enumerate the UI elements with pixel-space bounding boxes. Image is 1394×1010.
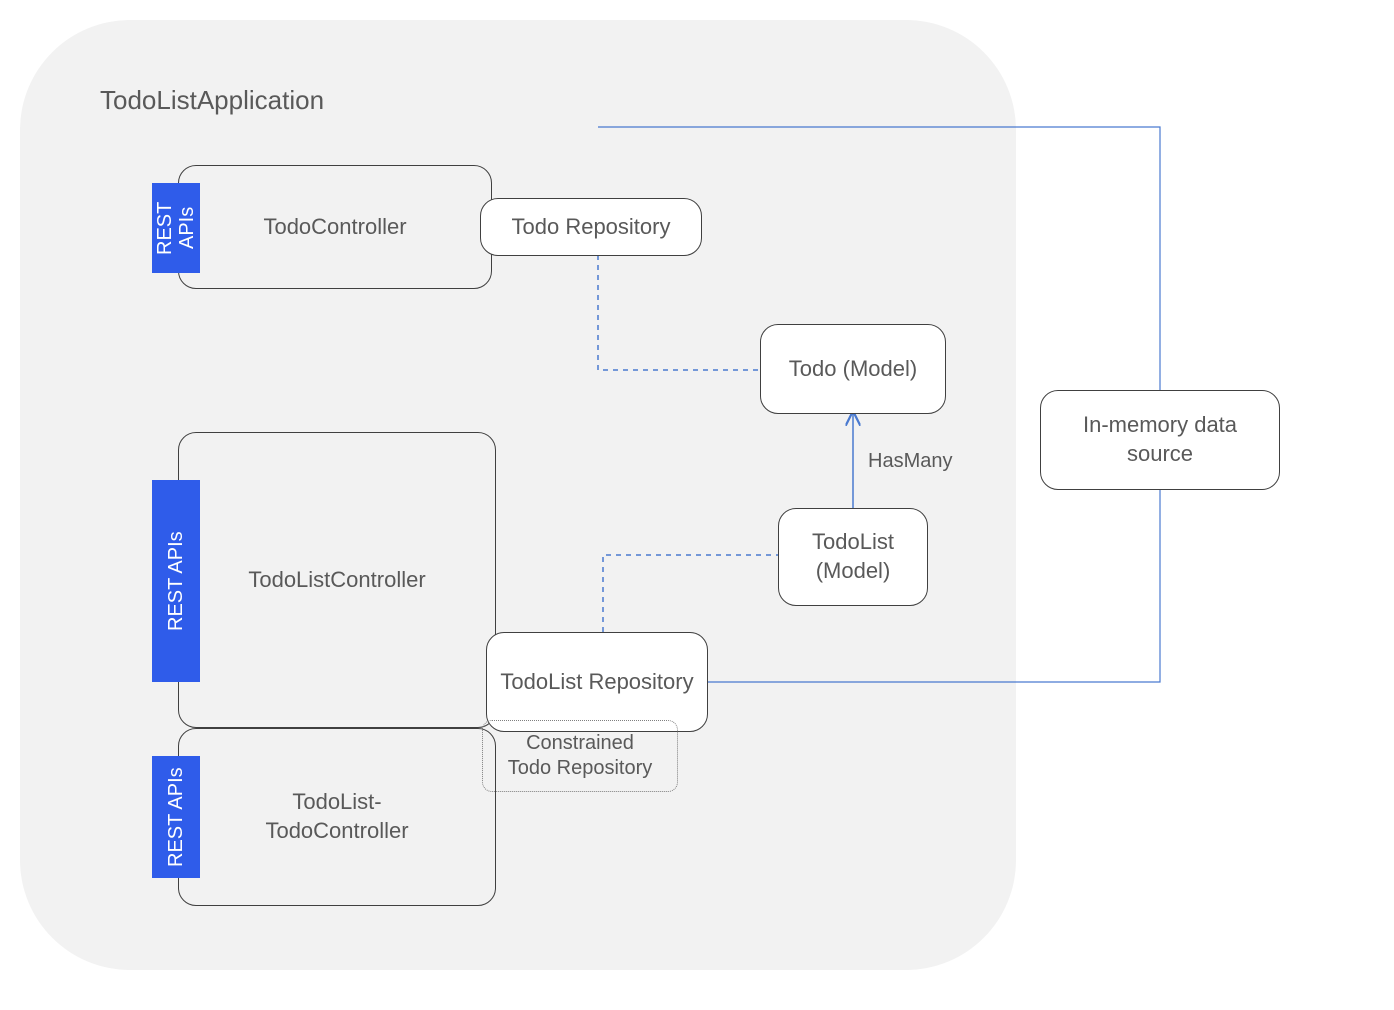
todo-controller-box: TodoController (178, 165, 492, 289)
todolist-repository-box: TodoList Repository (486, 632, 708, 732)
todolist-todo-controller-box: TodoList- TodoController (178, 728, 496, 906)
todolist-todo-controller-label: TodoList- TodoController (265, 788, 408, 845)
todo-model-label: Todo (Model) (789, 356, 917, 382)
constrained-todo-repository-box: Constrained Todo Repository (482, 720, 678, 792)
todolist-model-label: TodoList (Model) (812, 528, 894, 585)
todolist-controller-box: TodoListController (178, 432, 496, 728)
todo-repository-label: Todo Repository (512, 214, 671, 240)
todolist-model-box: TodoList (Model) (778, 508, 928, 606)
diagram-title: TodoListApplication (100, 85, 324, 116)
datasource-box: In-memory data source (1040, 390, 1280, 490)
rest-apis-badge-todolist: REST APIs (152, 480, 200, 682)
todolist-repository-label: TodoList Repository (500, 669, 693, 695)
todo-repository-box: Todo Repository (480, 198, 702, 256)
todolist-controller-label: TodoListController (248, 567, 425, 593)
constrained-todo-repository-label: Constrained Todo Repository (508, 731, 653, 781)
hasmany-label: HasMany (868, 450, 952, 473)
rest-apis-badge-todo: REST APIs (152, 183, 200, 273)
todo-controller-label: TodoController (263, 214, 406, 240)
datasource-label: In-memory data source (1083, 411, 1237, 468)
todo-model-box: Todo (Model) (760, 324, 946, 414)
rest-apis-badge-tl-todo: REST APIs (152, 756, 200, 878)
